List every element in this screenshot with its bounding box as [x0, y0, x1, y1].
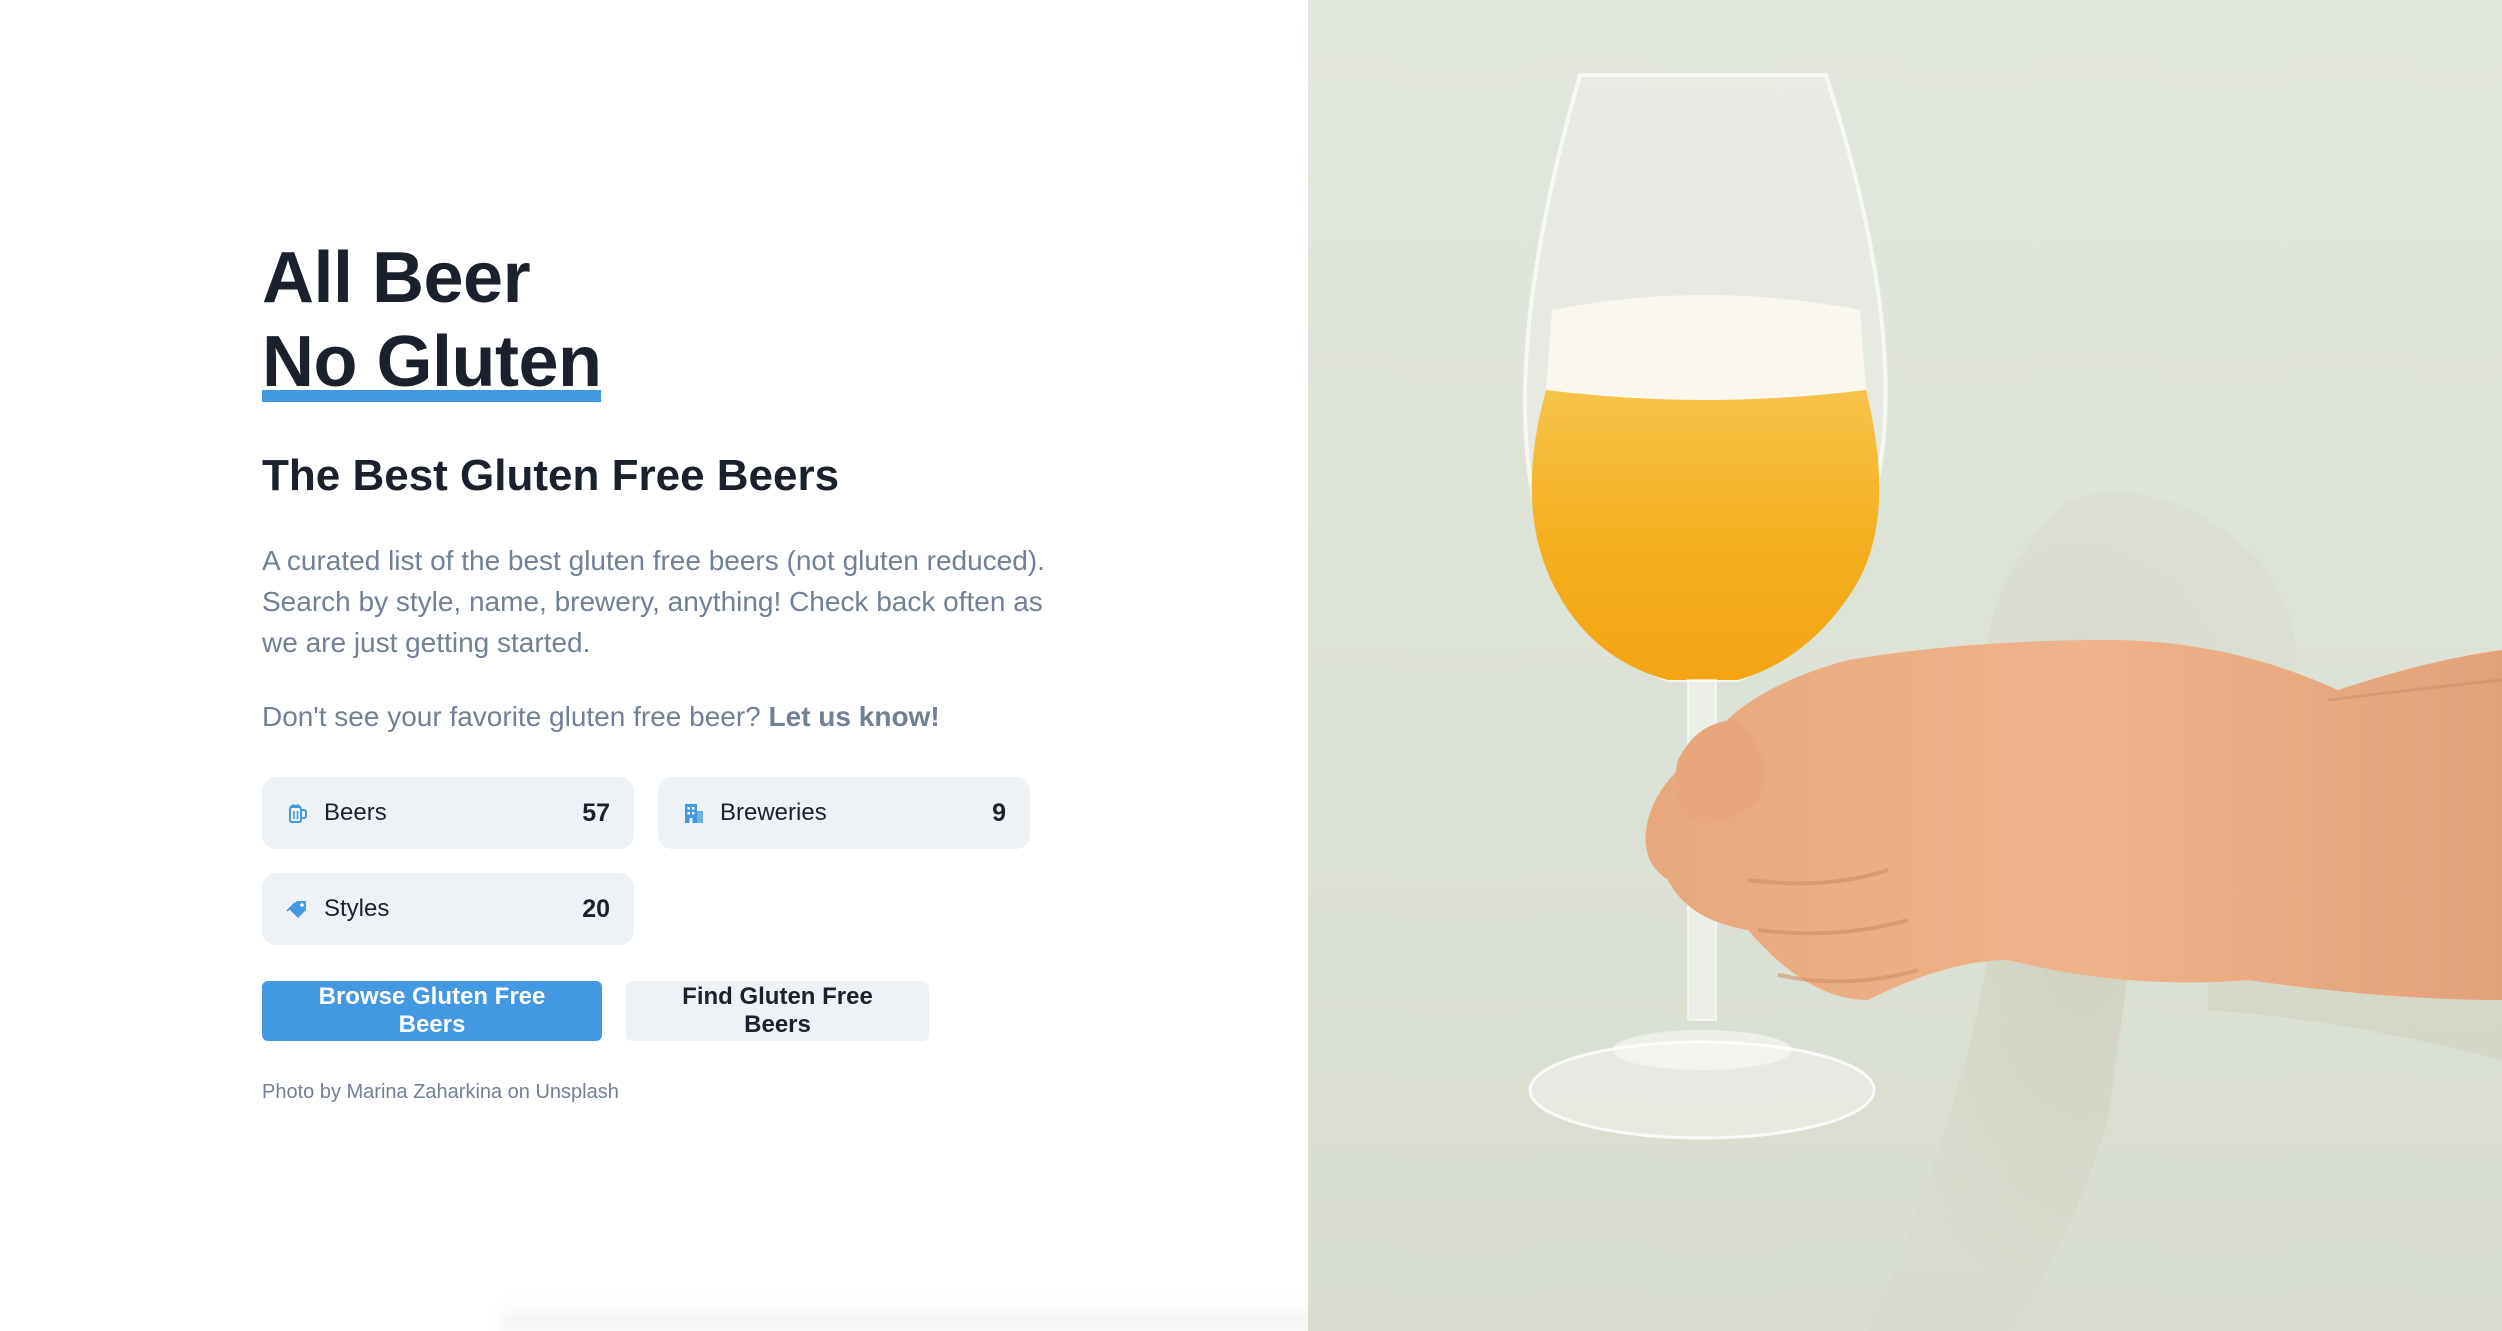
beer-mug-icon [286, 801, 310, 825]
building-icon [682, 801, 706, 825]
landing-page: All Beer No Gluten The Best Gluten Free … [0, 0, 2502, 1331]
tag-icon [286, 897, 310, 921]
stat-styles-count: 20 [582, 894, 610, 923]
stats-grid: Beers 57 Breweries 9 Styles 20 [262, 777, 1062, 945]
stat-breweries[interactable]: Breweries 9 [658, 777, 1030, 849]
stat-styles-label: Styles [324, 895, 390, 922]
hero-title-line2-wrap: No Gluten [262, 320, 1062, 404]
beer-glass-photo [1522, 73, 2502, 1331]
stat-breweries-label: Breweries [720, 799, 827, 826]
stat-beers-count: 57 [582, 798, 610, 827]
hero-title: All Beer No Gluten [262, 236, 1062, 404]
stat-styles[interactable]: Styles 20 [262, 873, 634, 945]
page-subtitle: The Best Gluten Free Beers [262, 451, 840, 500]
hero-title-underlined: No Gluten [262, 320, 602, 404]
hero-description: A curated list of the best gluten free b… [262, 545, 1045, 658]
photo-credit: Photo by Marina Zaharkina on Unsplash [262, 1081, 619, 1103]
hero-title-line1: All Beer [262, 238, 531, 318]
hero-photo [1308, 0, 2502, 1331]
hero-panel: All Beer No Gluten The Best Gluten Free … [0, 0, 1400, 1331]
browse-beers-button[interactable]: Browse Gluten Free Beers [262, 981, 602, 1041]
suggest-beer-prompt: Don't see your favorite gluten free beer… [262, 701, 761, 732]
hero-title-line2: No Gluten [262, 322, 602, 402]
stat-breweries-count: 9 [992, 798, 1006, 827]
hero-content: All Beer No Gluten The Best Gluten Free … [262, 236, 1062, 1104]
find-beers-button[interactable]: Find Gluten Free Beers [626, 981, 929, 1041]
let-us-know-link[interactable]: Let us know! [769, 701, 940, 732]
cta-buttons: Browse Gluten Free Beers Find Gluten Fre… [262, 981, 1062, 1041]
divider-shadow [500, 1300, 1400, 1331]
stat-beers-label: Beers [324, 799, 387, 826]
suggest-beer-text: Don't see your favorite gluten free beer… [262, 697, 1062, 737]
stat-beers[interactable]: Beers 57 [262, 777, 634, 849]
